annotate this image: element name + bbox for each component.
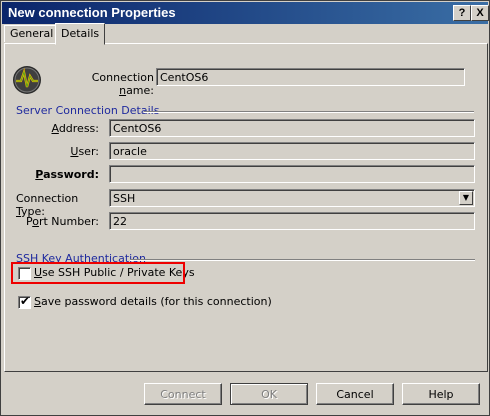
connection-type-value: SSH: [113, 192, 136, 205]
address-field[interactable]: CentOS6: [109, 119, 475, 137]
chevron-down-icon[interactable]: ▼: [459, 191, 473, 205]
dialog-window: New connection Properties ? X General De…: [0, 0, 490, 416]
connection-name-label: Connection name:: [91, 71, 154, 97]
port-number-field[interactable]: 22: [109, 212, 475, 230]
port-number-label: Port Number:: [25, 215, 99, 228]
address-label: Address:: [51, 122, 99, 135]
ssh-group-divider: [130, 259, 475, 261]
save-password-label: Save password details (for this connecti…: [34, 295, 272, 308]
connection-name-field[interactable]: CentOS6: [156, 68, 465, 86]
connection-icon: [12, 65, 42, 95]
password-label: Password:: [35, 168, 99, 181]
highlight-box: [11, 262, 185, 284]
tab-details[interactable]: Details: [55, 23, 106, 45]
close-title-button[interactable]: X: [471, 5, 489, 21]
server-group-title: Server Connection Details: [16, 104, 160, 117]
title-bar: New connection Properties ? X: [2, 2, 489, 24]
window-title: New connection Properties: [8, 5, 176, 20]
cancel-button[interactable]: Cancel: [316, 383, 394, 405]
help-title-button[interactable]: ?: [453, 5, 471, 21]
details-panel: Connection name: CentOS6 Server Connecti…: [4, 43, 488, 372]
save-password-checkbox[interactable]: ✔: [18, 294, 31, 309]
tab-general[interactable]: General: [4, 25, 60, 42]
help-button[interactable]: Help: [402, 383, 480, 405]
user-field[interactable]: oracle: [109, 142, 475, 160]
connect-button[interactable]: Connect: [144, 383, 222, 405]
connection-type-select[interactable]: SSH ▼: [109, 189, 475, 207]
ok-button[interactable]: OK: [230, 383, 308, 405]
user-label: User:: [70, 145, 99, 158]
checkmark-icon: ✔: [20, 294, 31, 308]
password-field[interactable]: [109, 165, 475, 183]
server-group-divider: [144, 111, 474, 113]
